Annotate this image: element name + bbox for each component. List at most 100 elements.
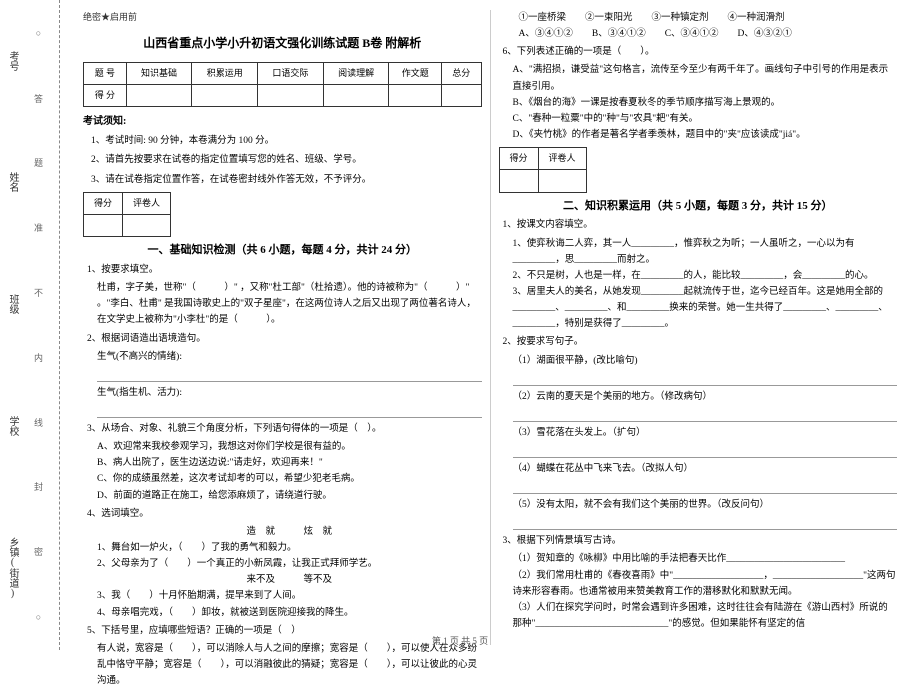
p2-q2-stem: 2、按要求写句子。	[503, 334, 898, 350]
p2-q2-l4: （4）蝴蝶在花丛中飞来飞去。（改拟人句）	[513, 461, 898, 477]
right-column: ①一座桥梁 ②一束阳光 ③一种镇定剂 ④一种润滑剂 A、③④①② B、③④①② …	[491, 10, 906, 645]
gutter-label: 学校	[5, 416, 20, 436]
q6-a: A、"满招损，谦受益"这句格言，流传至今至少有两千年了。画线句子中引号的作用是表…	[513, 62, 898, 94]
marker: 题	[32, 158, 45, 167]
q4-l2: 2、父母亲为了（ ）一个真正的小新凤霞，让我正式拜师学艺。	[97, 556, 482, 572]
content-area: 绝密★启用前 山西省重点小学小升初语文强化训练试题 B卷 附解析 题 号 知识基…	[60, 0, 920, 650]
marker: 答	[32, 94, 45, 103]
score-label: 得分	[84, 192, 123, 214]
marker: ○	[34, 612, 44, 622]
p2-q3-stem: 3、根据下列情景填写古诗。	[503, 533, 898, 549]
q3-c: C、你的成绩虽然差，这次考试却考的可以，希望少犯老毛病。	[97, 471, 482, 487]
td-blank	[389, 84, 442, 106]
q5-text: 有人说，宽容是（ ），可以消除人与人之间的摩擦；宽容是（ ），可以使人在众多纷乱…	[97, 641, 482, 689]
q1-text: 杜甫，字子美，世称"（ ）" ，又称"杜工部"（杜拾遗）。他的诗被称为"（ ）"…	[97, 280, 482, 328]
q4-words2: 来不及 等不及	[97, 572, 482, 588]
q4-l3: 3、我（ ）十月怀胎期满，提早来到了人间。	[97, 588, 482, 604]
notice-item: 1、考试时间: 90 分钟，本卷满分为 100 分。	[91, 133, 482, 149]
blank	[538, 170, 586, 192]
answer-line	[97, 404, 482, 418]
notice-heading: 考试须知:	[83, 113, 482, 130]
q4-l4: 4、母亲唱完戏，（ ）卸妆，就被送到医院迎接我的降生。	[97, 605, 482, 621]
left-column: 绝密★启用前 山西省重点小学小升初语文强化训练试题 B卷 附解析 题 号 知识基…	[75, 10, 491, 645]
q3-d: D、前面的道路正在施工，给您添麻烦了，请绕道行驶。	[97, 488, 482, 504]
binding-gutter: 考号 姓名 班级 学校 乡镇(街道) ○ 答 题 准 不 内 线 封 密 ○	[0, 0, 60, 650]
blank	[84, 215, 123, 237]
gutter-label: 乡镇(街道)	[5, 537, 20, 599]
answer-line	[513, 444, 898, 458]
exam-title: 山西省重点小学小升初语文强化训练试题 B卷 附解析	[83, 33, 482, 53]
th: 总分	[442, 62, 481, 84]
q2-stem: 2、根据词语造出语境造句。	[87, 331, 482, 347]
page-footer: 第 1 页 共 5 页	[0, 634, 920, 647]
notice-item: 3、请在试卷指定位置作答，在试卷密封线外作答无效，不予评分。	[91, 172, 482, 188]
marker: 准	[32, 223, 45, 232]
q3-a: A、欢迎常来我校参观学习，我想这对你们学校是很有益的。	[97, 439, 482, 455]
grader-label: 评卷人	[123, 192, 171, 214]
q4-stem: 4、选词填空。	[87, 506, 482, 522]
q5-options: ①一座桥梁 ②一束阳光 ③一种镇定剂 ④一种润滑剂	[519, 10, 898, 26]
notice-item: 2、请首先按要求在试卷的指定位置填写您的姓名、班级、学号。	[91, 152, 482, 168]
p2-q1-l3: 3、居里夫人的美名，从她发现_________起就流传于世，迄今已经百年。这是她…	[513, 284, 898, 332]
section-score-box: 得分 评卷人	[83, 192, 171, 238]
td-blank	[323, 84, 389, 106]
answer-line	[513, 516, 898, 530]
q4-l1: 1、舞台如一炉火，（ ）了我的勇气和毅力。	[97, 540, 482, 556]
p2-q2-l1: （1）湖面很平静，(改比喻句)	[513, 353, 898, 369]
p2-q1-l2: 2、不只是树，人也是一样，在_________的人，能比较_________，会…	[513, 268, 898, 284]
td-blank	[442, 84, 481, 106]
p2-q2-l3: （3）雪花落在头发上。（扩句）	[513, 425, 898, 441]
q2-line: 生气(指生机、活力):	[97, 385, 482, 401]
section-score-box: 得分 评卷人	[499, 147, 587, 193]
p2-q1-l1: 1、使弈秋诲二人弈，其一人_________，惟弈秋之为听；一人虽听之，一心以为…	[513, 236, 898, 268]
part1-title: 一、基础知识检测（共 6 小题，每题 4 分，共计 24 分）	[83, 241, 482, 260]
td-blank	[126, 84, 192, 106]
marker: 不	[32, 288, 45, 297]
q5-choices: A、③④①② B、③④①② C、③④①② D、④③②①	[519, 26, 898, 42]
q3-stem: 3、从场合、对象、礼貌三个角度分析，下列语句得体的一项是（ ）。	[87, 421, 482, 437]
score-summary-table: 题 号 知识基础 积累运用 口语交际 阅读理解 作文题 总分 得 分	[83, 62, 482, 108]
gutter-label: 姓名	[5, 172, 20, 192]
answer-line	[513, 372, 898, 386]
th: 题 号	[84, 62, 127, 84]
gutter-label: 考号	[5, 51, 20, 71]
th: 知识基础	[126, 62, 192, 84]
p2-q3-l3: （3）人们在探究学问时，时常会遇到许多困难，这时往往会有陆游在《游山西村》所说的…	[513, 600, 898, 632]
gutter-label: 班级	[5, 294, 20, 314]
p2-q2-l5: （5）没有太阳，就不会有我们这个美丽的世界。（改反问句）	[513, 497, 898, 513]
score-label: 得分	[499, 148, 538, 170]
td-blank	[258, 84, 324, 106]
td-label: 得 分	[84, 84, 127, 106]
th: 阅读理解	[323, 62, 389, 84]
q1-stem: 1、按要求填空。	[87, 262, 482, 278]
p2-q3-l2: （2）我们常用杜甫的《春夜喜雨》中"___________________，__…	[513, 568, 898, 600]
p2-q3-l1: （1）贺知章的《咏柳》中用比喻的手法把春天比作_________________…	[513, 551, 898, 567]
marker: ○	[34, 28, 44, 38]
grader-label: 评卷人	[538, 148, 586, 170]
marker: 封	[32, 482, 45, 491]
secret-mark: 绝密★启用前	[83, 10, 482, 25]
q4-words: 造 就 炫 就	[97, 524, 482, 540]
gutter-field-labels: 考号 姓名 班级 学校 乡镇(街道)	[5, 0, 20, 650]
seal-line-markers: ○ 答 题 准 不 内 线 封 密 ○	[32, 0, 45, 650]
th: 口语交际	[258, 62, 324, 84]
exam-page: 考号 姓名 班级 学校 乡镇(街道) ○ 答 题 准 不 内 线 封 密 ○ 绝…	[0, 0, 920, 650]
q6-d: D、《夹竹桃》的作者是著名学者季羡林，题目中的"夹"应该读成"jiá"。	[513, 127, 898, 143]
part2-title: 二、知识积累运用（共 5 小题，每题 3 分，共计 15 分）	[499, 197, 898, 216]
td-blank	[192, 84, 258, 106]
th: 作文题	[389, 62, 442, 84]
p2-q1-stem: 1、按课文内容填空。	[503, 217, 898, 233]
answer-line	[513, 480, 898, 494]
marker: 线	[32, 418, 45, 427]
q2-line: 生气(不高兴的情绪):	[97, 349, 482, 365]
p2-q2-l2: （2）云南的夏天是个美丽的地方。（修改病句）	[513, 389, 898, 405]
blank	[123, 215, 171, 237]
marker: 密	[32, 547, 45, 556]
blank	[499, 170, 538, 192]
q3-b: B、病人出院了，医生边送边说:"请走好，欢迎再来！"	[97, 455, 482, 471]
marker: 内	[32, 353, 45, 362]
answer-line	[513, 408, 898, 422]
q6-stem: 6、下列表述正确的一项是（ ）。	[503, 44, 898, 60]
q6-b: B、《烟台的海》一课是按春夏秋冬的季节顺序描写海上景观的。	[513, 95, 898, 111]
answer-line	[97, 368, 482, 382]
